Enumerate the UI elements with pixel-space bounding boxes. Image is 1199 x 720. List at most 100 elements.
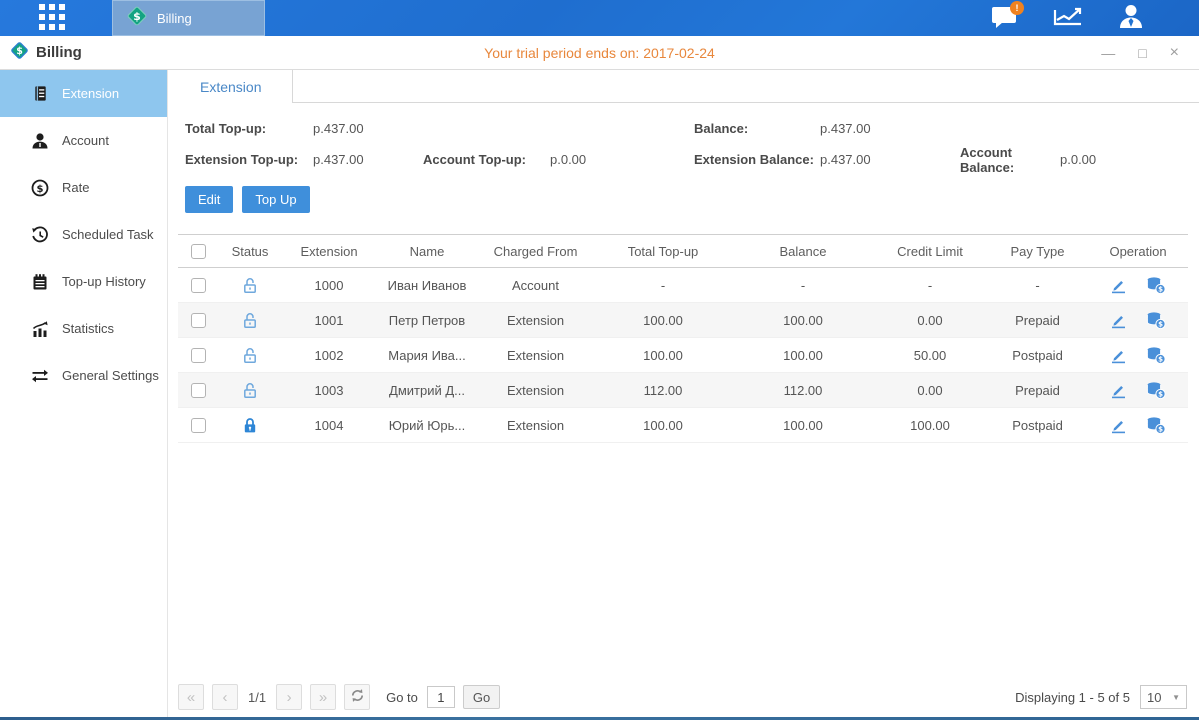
edit-row-icon[interactable]	[1110, 417, 1127, 434]
row-checkbox[interactable]	[191, 278, 206, 293]
sidebar-item-general-settings[interactable]: General Settings	[0, 352, 167, 399]
goto-page-input[interactable]	[427, 686, 455, 708]
account-icon	[31, 132, 49, 150]
edit-row-icon[interactable]	[1110, 277, 1127, 294]
page-size-value: 10	[1147, 690, 1161, 705]
select-all-checkbox[interactable]	[191, 244, 206, 259]
content-tabs: Extension	[169, 70, 1199, 103]
table-row: 1002Мария Ива...Extension100.00100.0050.…	[178, 338, 1188, 373]
window-title: Billing	[36, 44, 82, 61]
edit-row-icon[interactable]	[1110, 347, 1127, 364]
svg-text:$: $	[1158, 321, 1163, 329]
window-header: Your trial period ends on: 2017-02-24 $ …	[0, 36, 1199, 70]
page-indicator: 1/1	[248, 690, 266, 705]
col-credit-limit: Credit Limit	[873, 235, 987, 268]
col-balance: Balance	[733, 235, 873, 268]
maximize-button[interactable]: □	[1138, 46, 1146, 60]
sidebar-item-statistics[interactable]: Statistics	[0, 305, 167, 352]
table-header-row: Status Extension Name Charged From Total…	[178, 235, 1188, 268]
svg-text:$: $	[1158, 391, 1163, 399]
edit-row-icon[interactable]	[1110, 382, 1127, 399]
cell-extension: 1002	[282, 338, 376, 373]
cell-balance: 100.00	[733, 408, 873, 443]
table-row: 1000Иван ИвановAccount----$	[178, 268, 1188, 303]
edit-button[interactable]: Edit	[185, 186, 233, 213]
sidebar-item-label: Statistics	[62, 321, 114, 336]
toolbar: Edit Top Up	[185, 186, 1199, 213]
total-topup-value: p.437.00	[313, 121, 423, 136]
sidebar-item-label: Scheduled Task	[62, 227, 154, 242]
refresh-button[interactable]	[344, 684, 370, 710]
resource-monitor-button[interactable]	[1053, 3, 1083, 33]
sidebar-item-label: Rate	[62, 180, 89, 195]
rate-icon: $	[31, 179, 49, 197]
sidebar-item-topup-history[interactable]: Top-up History	[0, 258, 167, 305]
col-name: Name	[376, 235, 478, 268]
row-checkbox[interactable]	[191, 418, 206, 433]
top-up-row-icon[interactable]: $	[1146, 311, 1166, 329]
top-up-button[interactable]: Top Up	[242, 186, 309, 213]
cell-pay-type: Postpaid	[987, 408, 1088, 443]
top-up-row-icon[interactable]: $	[1146, 416, 1166, 434]
user-icon	[1117, 2, 1145, 35]
tabs-rest	[293, 70, 1199, 103]
sidebar-item-account[interactable]: Account	[0, 117, 167, 164]
prev-page-button[interactable]: ‹	[212, 684, 238, 710]
sidebar-item-label: Extension	[62, 86, 119, 101]
cell-extension: 1004	[282, 408, 376, 443]
main-content: Extension Total Top-up: p.437.00 Balance…	[169, 70, 1199, 717]
cell-extension: 1000	[282, 268, 376, 303]
last-page-button[interactable]: »	[310, 684, 336, 710]
status-lock-icon[interactable]	[218, 408, 282, 443]
open-app-tab-billing[interactable]: $ Billing	[112, 0, 265, 36]
minimize-button[interactable]: —	[1101, 46, 1115, 60]
cell-charged-from: Extension	[478, 303, 593, 338]
tab-extension[interactable]: Extension	[169, 70, 293, 103]
sidebar-item-rate[interactable]: $ Rate	[0, 164, 167, 211]
billing-app-window: $ Billing !	[0, 0, 1199, 720]
statistics-icon	[31, 320, 49, 338]
cell-extension: 1001	[282, 303, 376, 338]
edit-row-icon[interactable]	[1110, 312, 1127, 329]
svg-text:$: $	[37, 184, 44, 195]
top-up-row-icon[interactable]: $	[1146, 276, 1166, 294]
row-checkbox[interactable]	[191, 313, 206, 328]
go-button[interactable]: Go	[463, 685, 500, 709]
extension-icon	[31, 85, 49, 103]
messages-button[interactable]: !	[990, 3, 1020, 33]
cell-charged-from: Extension	[478, 373, 593, 408]
cell-charged-from: Account	[478, 268, 593, 303]
cell-total-topup: 100.00	[593, 303, 733, 338]
cell-balance: 100.00	[733, 303, 873, 338]
cell-total-topup: 112.00	[593, 373, 733, 408]
svg-text:$: $	[16, 45, 23, 56]
row-checkbox[interactable]	[191, 383, 206, 398]
cell-extension: 1003	[282, 373, 376, 408]
general-settings-icon	[31, 367, 49, 385]
user-account-button[interactable]	[1116, 3, 1146, 33]
svg-text:$: $	[1158, 426, 1163, 434]
pagination-bar: « ‹ 1/1 › » Go to Go Displaying 1 -	[178, 683, 1187, 711]
col-operation: Operation	[1088, 235, 1188, 268]
top-up-row-icon[interactable]: $	[1146, 381, 1166, 399]
status-lock-icon[interactable]	[218, 338, 282, 373]
top-up-row-icon[interactable]: $	[1146, 346, 1166, 364]
row-checkbox[interactable]	[191, 348, 206, 363]
cell-credit-limit: 100.00	[873, 408, 987, 443]
goto-label: Go to	[386, 690, 418, 705]
cell-total-topup: 100.00	[593, 338, 733, 373]
status-lock-icon[interactable]	[218, 373, 282, 408]
displaying-text: Displaying 1 - 5 of 5	[1015, 690, 1130, 705]
topbar: $ Billing !	[0, 0, 1199, 36]
apps-grid-button[interactable]	[35, 1, 69, 35]
close-button[interactable]: ×	[1170, 45, 1179, 61]
status-lock-icon[interactable]	[218, 303, 282, 338]
page-size-select[interactable]: 10 ▼	[1140, 685, 1187, 709]
status-lock-icon[interactable]	[218, 268, 282, 303]
sidebar-item-scheduled-task[interactable]: Scheduled Task	[0, 211, 167, 258]
next-page-button[interactable]: ›	[276, 684, 302, 710]
sidebar-item-extension[interactable]: Extension	[0, 70, 167, 117]
cell-credit-limit: -	[873, 268, 987, 303]
refresh-icon	[350, 688, 365, 707]
first-page-button[interactable]: «	[178, 684, 204, 710]
